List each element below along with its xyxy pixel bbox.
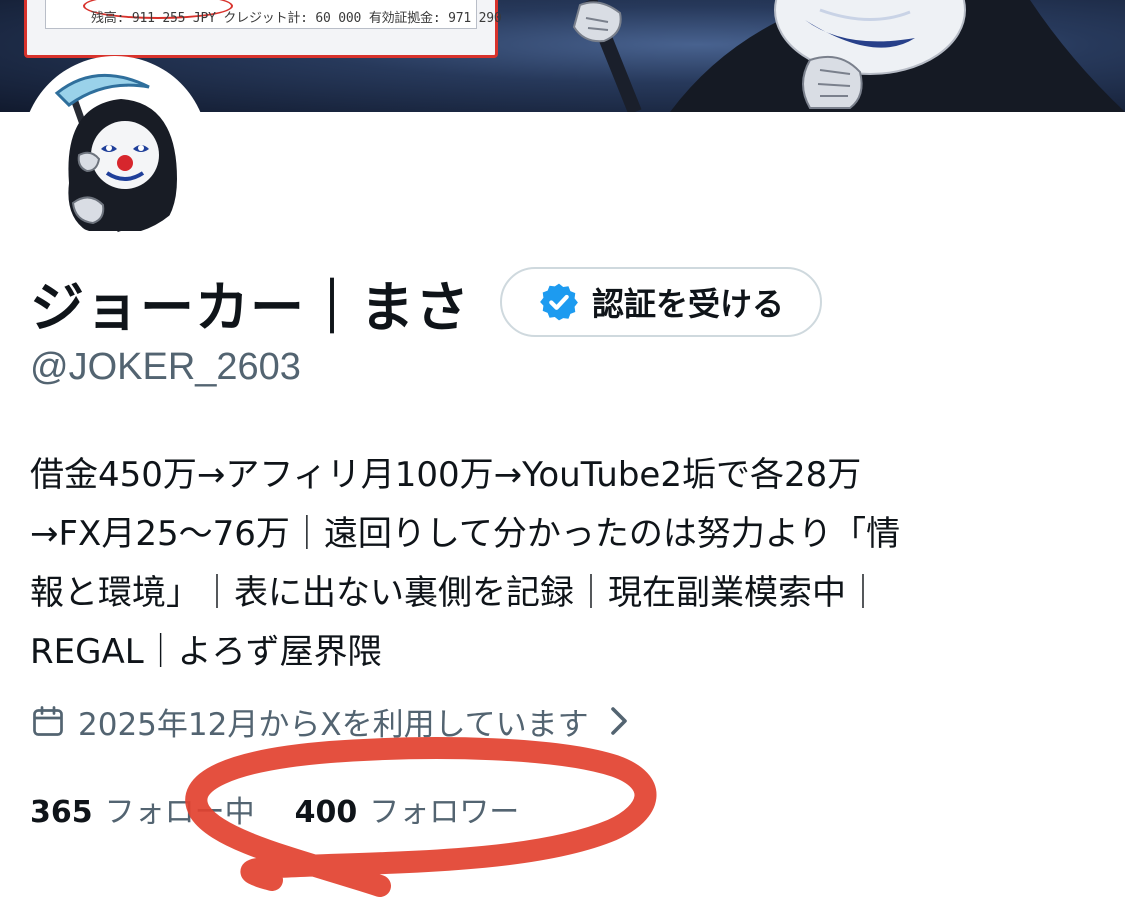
calendar-icon [33, 706, 63, 736]
followers-count: 400 [294, 795, 358, 830]
get-verified-label: 認証を受ける [592, 285, 785, 323]
following-count: 365 [30, 795, 93, 830]
profile-bio: 借金450万→アフィリ月100万→YouTube2垢で各28万 →FX月25〜7… [30, 446, 1100, 682]
bio-line: 報と環境」｜表に出ない裏側を記録｜現在副業模索中｜ [30, 573, 880, 613]
bio-line: REGAL｜よろず屋界隈 [30, 632, 382, 672]
get-verified-button[interactable]: 認証を受ける [500, 267, 823, 337]
join-date-text: 2025年12月からXを利用しています [78, 706, 589, 743]
followers-link[interactable]: 400 フォロワー [295, 787, 520, 831]
profile-handle: @JOKER_2603 [30, 346, 301, 388]
follow-stats: 365 フォロー中 400 フォロワー [30, 786, 519, 832]
following-link[interactable]: 365 フォロー中 [30, 787, 255, 831]
join-date-row[interactable]: 2025年12月からXを利用しています [30, 698, 637, 744]
bio-line: 借金450万→アフィリ月100万→YouTube2垢で各28万 [30, 455, 862, 495]
display-name: ジョーカー｜まさ [30, 275, 470, 339]
joker-reaper-avatar-image [29, 63, 201, 235]
verified-badge-icon [540, 283, 578, 321]
profile-avatar[interactable] [22, 56, 208, 242]
bio-line: →FX月25〜76万｜遠回りして分かったのは努力より「情 [30, 514, 901, 554]
chevron-right-icon [610, 707, 627, 735]
banner-ticker-text: 残高: 911 255 JPY クレジット計: 60 000 有効証拠金: 97… [91, 11, 502, 26]
banner-joker-illustration [572, 0, 1125, 112]
banner-screenshot-card: 残高: 911 255 JPY クレジット計: 60 000 有効証拠金: 97… [24, 0, 502, 58]
cutoff-text-line [30, 890, 1110, 900]
followers-label: フォロワー [369, 795, 520, 830]
profile-name-row: ジョーカー｜まさ 認証を受ける [30, 266, 823, 339]
following-label: フォロー中 [104, 795, 255, 830]
